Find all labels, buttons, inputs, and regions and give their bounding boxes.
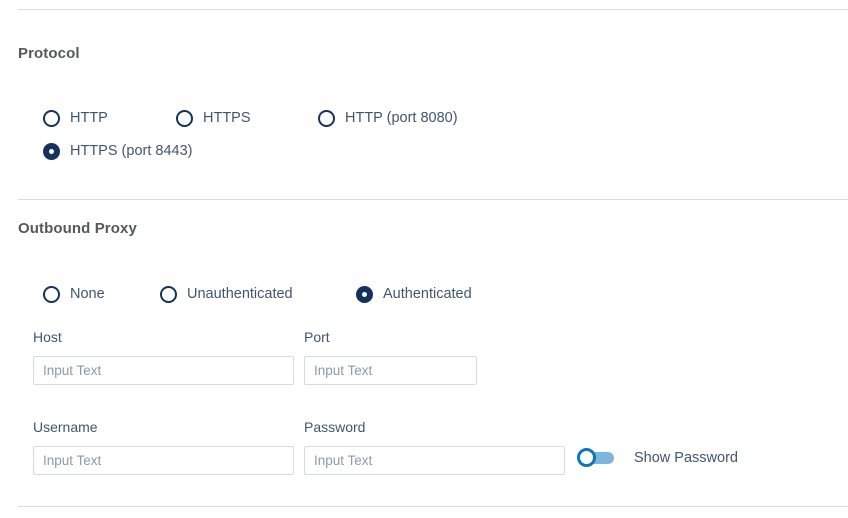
settings-panel: Protocol HTTP HTTPS HTTP (port 8080) HTT… (0, 0, 848, 518)
radio-icon-http-8080[interactable] (318, 110, 335, 127)
show-password-toggle[interactable]: Show Password (577, 448, 738, 467)
password-input[interactable] (304, 446, 565, 475)
toggle-knob (577, 448, 596, 467)
username-input[interactable] (33, 446, 294, 475)
host-field-label: Host (33, 329, 62, 345)
radio-icon-https[interactable] (176, 110, 193, 127)
host-input[interactable] (33, 356, 294, 385)
username-field-label: Username (33, 419, 98, 435)
toggle-switch-icon[interactable] (577, 448, 614, 467)
radio-option-authenticated[interactable]: Authenticated (356, 286, 472, 303)
radio-option-http-8080[interactable]: HTTP (port 8080) (318, 110, 458, 127)
radio-option-http[interactable]: HTTP (43, 110, 108, 127)
password-field-label: Password (304, 419, 366, 435)
protocol-section-title: Protocol (18, 45, 80, 62)
divider-bottom (18, 506, 848, 507)
port-input[interactable] (304, 356, 477, 385)
radio-option-https-8443[interactable]: HTTPS (port 8443) (43, 143, 193, 160)
radio-label-http-8080: HTTP (port 8080) (345, 110, 458, 126)
radio-icon-https-8443[interactable] (43, 143, 60, 160)
radio-icon-http[interactable] (43, 110, 60, 127)
radio-label-unauthenticated: Unauthenticated (187, 286, 293, 302)
radio-label-https-8443: HTTPS (port 8443) (70, 143, 193, 159)
radio-label-none: None (70, 286, 105, 302)
port-field-label: Port (304, 329, 330, 345)
radio-option-none[interactable]: None (43, 286, 105, 303)
radio-label-http: HTTP (70, 110, 108, 126)
divider-top (18, 9, 848, 10)
radio-icon-none[interactable] (43, 286, 60, 303)
radio-option-unauthenticated[interactable]: Unauthenticated (160, 286, 293, 303)
radio-icon-authenticated[interactable] (356, 286, 373, 303)
show-password-label: Show Password (634, 450, 738, 466)
radio-label-https: HTTPS (203, 110, 251, 126)
radio-label-authenticated: Authenticated (383, 286, 472, 302)
radio-icon-unauthenticated[interactable] (160, 286, 177, 303)
radio-option-https[interactable]: HTTPS (176, 110, 251, 127)
outbound-proxy-section-title: Outbound Proxy (18, 220, 137, 237)
divider-middle (18, 199, 848, 200)
